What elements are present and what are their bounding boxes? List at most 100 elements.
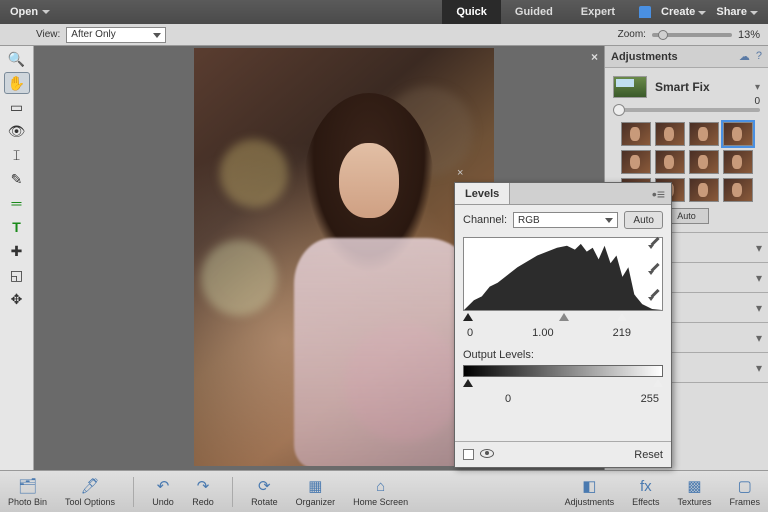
bottombar-home-screen[interactable]: ⌂Home Screen	[353, 476, 408, 507]
bottombar-redo[interactable]: ↷Redo	[192, 476, 214, 507]
smartfix-preset[interactable]	[689, 150, 719, 174]
bottombar-organizer[interactable]: ▦Organizer	[296, 476, 336, 507]
chevron-down-icon: ▾	[756, 271, 762, 285]
smartfix-preset[interactable]	[655, 150, 685, 174]
output-white-value[interactable]: 255	[641, 393, 659, 405]
output-levels-sliders[interactable]	[463, 379, 663, 389]
notification-icon[interactable]	[639, 6, 651, 18]
zoom-value: 13%	[738, 29, 760, 41]
input-gamma-handle[interactable]	[559, 313, 569, 321]
bottombar-tool-options[interactable]: 🖊Tool Options	[65, 476, 115, 507]
chevron-down-icon	[750, 11, 758, 15]
chevron-down-icon: ▾	[756, 331, 762, 345]
help-icon[interactable]: ?	[756, 50, 762, 63]
open-label: Open	[10, 6, 38, 18]
input-black-handle[interactable]	[463, 313, 473, 321]
output-gradient	[463, 365, 663, 377]
tool-crop[interactable]: ◱	[4, 264, 30, 286]
smartfix-preset[interactable]	[621, 150, 651, 174]
adjustments-title: Adjustments	[611, 51, 678, 63]
tool-heal[interactable]: ✚	[4, 240, 30, 262]
tab-guided[interactable]: Guided	[501, 0, 567, 24]
tab-quick[interactable]: Quick	[442, 0, 501, 24]
channel-label: Channel:	[463, 214, 507, 226]
tool-pencil[interactable]: ✎	[4, 168, 30, 190]
view-label: View:	[36, 29, 60, 40]
output-black-handle[interactable]	[463, 379, 473, 387]
tool-line[interactable]: ═	[4, 192, 30, 214]
smartfix-icon	[613, 76, 647, 98]
bottombar-frames[interactable]: ▢Frames	[729, 476, 760, 507]
tool-palette: 🔍✋▭👁𝙸✎═T✚◱✥	[0, 46, 34, 470]
input-black-value[interactable]: 0	[467, 327, 473, 339]
output-white-handle[interactable]	[653, 379, 663, 387]
input-gamma-value[interactable]: 1.00	[532, 327, 553, 339]
open-menu[interactable]: Open	[0, 6, 60, 18]
white-point-eyedropper-icon[interactable]	[647, 287, 663, 303]
organizer-icon: ▦	[304, 476, 326, 496]
top-menubar: Open Quick Guided Expert Create Share	[0, 0, 768, 24]
bottombar-photo-bin[interactable]: 🗂Photo Bin	[8, 476, 47, 507]
chevron-down-icon[interactable]: ▾	[755, 82, 760, 93]
gray-point-eyedropper-icon[interactable]	[647, 261, 663, 277]
dialog-close-icon[interactable]: ×	[457, 167, 463, 179]
document-close-icon[interactable]: ×	[591, 50, 598, 64]
input-levels-sliders[interactable]	[463, 313, 663, 323]
levels-dialog[interactable]: × Levels •≡ Channel: RGB Auto 0 1.00 219…	[454, 182, 672, 468]
bottombar-undo[interactable]: ↶Undo	[152, 476, 174, 507]
smartfix-preset[interactable]	[689, 178, 719, 202]
effects-icon: fx	[635, 476, 657, 496]
smartfix-slider[interactable]: 0	[613, 108, 760, 112]
smartfix-preset[interactable]	[621, 122, 651, 146]
tool-hand[interactable]: ✋	[4, 72, 30, 94]
frames-icon: ▢	[734, 476, 756, 496]
bottombar-rotate[interactable]: ⟳Rotate	[251, 476, 278, 507]
tool-move[interactable]: ✥	[4, 288, 30, 310]
view-options-bar: View: After Only Zoom: 13%	[0, 24, 768, 46]
smartfix-preset[interactable]	[723, 122, 753, 146]
tool-eye[interactable]: 👁	[4, 120, 30, 142]
zoom-slider[interactable]	[652, 33, 732, 37]
document-image	[194, 48, 494, 466]
view-mode-select[interactable]: After Only	[66, 27, 166, 43]
clip-checkbox[interactable]	[463, 449, 474, 460]
channel-select[interactable]: RGB	[513, 212, 618, 228]
bottombar-effects[interactable]: fxEffects	[632, 476, 659, 507]
tool-zoom[interactable]: 🔍	[4, 48, 30, 70]
zoom-slider-knob[interactable]	[658, 30, 668, 40]
levels-auto-button[interactable]: Auto	[624, 211, 663, 229]
smartfix-preset[interactable]	[689, 122, 719, 146]
tool-options-icon: 🖊	[79, 476, 101, 496]
preview-icon[interactable]	[480, 449, 494, 458]
chevron-down-icon	[42, 10, 50, 14]
chevron-down-icon: ▾	[756, 361, 762, 375]
smartfix-value: 0	[754, 96, 760, 107]
share-menu[interactable]: Share	[716, 6, 758, 18]
photo-bin-icon: 🗂	[17, 476, 39, 496]
levels-reset-button[interactable]: Reset	[634, 449, 663, 461]
undo-icon: ↶	[152, 476, 174, 496]
chevron-down-icon: ▾	[756, 241, 762, 255]
tool-type[interactable]: T	[4, 216, 30, 238]
output-black-value[interactable]: 0	[505, 393, 511, 405]
slider-knob[interactable]	[613, 104, 625, 116]
bottom-toolbar: 🗂Photo Bin 🖊Tool Options ↶Undo ↷Redo ⟳Rotate…	[0, 470, 768, 512]
smartfix-preset[interactable]	[723, 178, 753, 202]
topbar-right: Create Share	[629, 6, 768, 18]
bottombar-textures[interactable]: ▩Textures	[677, 476, 711, 507]
bottombar-adjustments[interactable]: ◧Adjustments	[565, 476, 615, 507]
create-menu[interactable]: Create	[661, 6, 706, 18]
smartfix-preset[interactable]	[723, 150, 753, 174]
tab-expert[interactable]: Expert	[567, 0, 629, 24]
home-screen-icon: ⌂	[370, 476, 392, 496]
input-white-handle[interactable]	[617, 313, 627, 321]
panel-menu-icon[interactable]: •≡	[652, 186, 671, 202]
input-white-value[interactable]: 219	[613, 327, 631, 339]
tool-select[interactable]: ▭	[4, 96, 30, 118]
black-point-eyedropper-icon[interactable]	[647, 235, 663, 251]
cloud-icon[interactable]: ☁	[739, 50, 750, 63]
tool-eyedropper[interactable]: 𝙸	[4, 144, 30, 166]
adjustments-icon: ◧	[578, 476, 600, 496]
levels-tab[interactable]: Levels	[455, 183, 510, 204]
smartfix-preset[interactable]	[655, 122, 685, 146]
